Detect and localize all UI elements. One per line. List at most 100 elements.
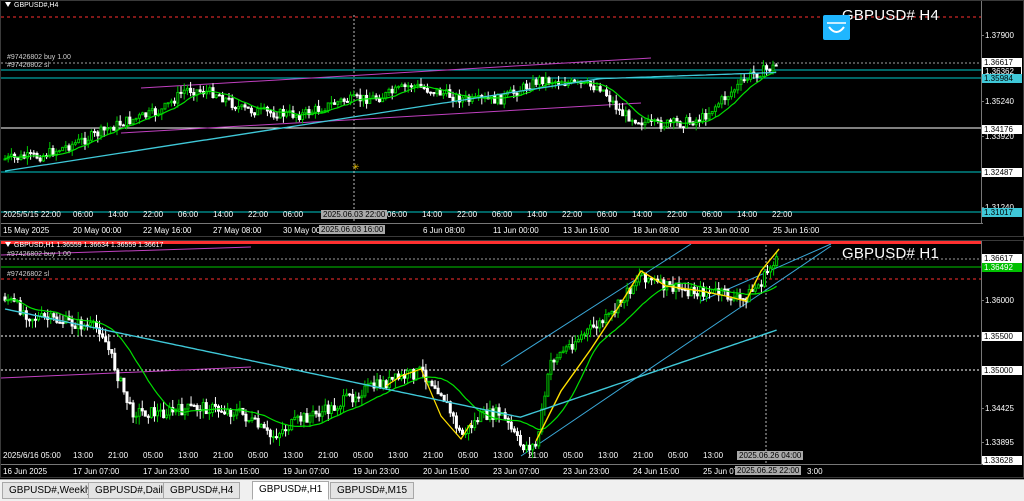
h4-candle-body — [387, 88, 391, 94]
h1-date-label: 24 Jun 15:00 — [633, 467, 680, 476]
h1-candle-body — [775, 256, 779, 266]
h1-candle-body — [320, 411, 324, 417]
h1-candle-body — [515, 431, 519, 436]
tab-gbpusd-daily[interactable]: GBPUSD#,Daily — [88, 482, 175, 499]
h4-candle-body — [352, 94, 356, 97]
h4-chart-window[interactable]: ✳ GBPUSD#,H4 #97426802 buy 1.00 #9742680… — [0, 0, 1024, 237]
h4-price-tick: 1.35240 — [981, 97, 1014, 106]
h1-candle-body — [607, 312, 611, 316]
h1-candle-body — [223, 411, 227, 415]
h1-price-tag: 1.36492 — [982, 263, 1022, 272]
h4-candle-body — [70, 143, 74, 151]
h4-candle-body — [211, 87, 215, 99]
h4-time-label: 06:00 — [178, 210, 199, 219]
h1-candle-body — [165, 414, 169, 419]
h1-candle-body — [180, 403, 184, 416]
h4-candle-body — [454, 93, 458, 102]
h4-candle-body — [710, 110, 714, 115]
trade-panel-icon[interactable] — [823, 15, 850, 40]
h1-candle-body — [296, 415, 300, 418]
h4-candle-body — [755, 73, 759, 78]
h1-plot-area[interactable]: GBPUSD,H1 1.36559 1.36634 1.36559 1.3661… — [1, 241, 983, 465]
h1-candles — [1, 241, 983, 465]
h1-candle-body — [476, 420, 480, 423]
h1-candle-body — [34, 318, 37, 321]
h4-plot-area[interactable]: ✳ GBPUSD#,H4 #97426802 buy 1.00 #9742680… — [1, 1, 983, 225]
h4-candle-body — [726, 96, 730, 101]
tab-gbpusd-weekly[interactable]: GBPUSD#,Weekly — [2, 482, 100, 499]
tab-gbpusd-h4[interactable]: GBPUSD#,H4 — [163, 482, 241, 499]
h4-candle-body — [438, 89, 442, 96]
h4-price-tick: 1.37900 — [981, 31, 1014, 40]
h4-candle-body — [83, 137, 87, 145]
h1-candle-body — [668, 281, 672, 286]
h4-candle-body — [64, 145, 68, 148]
h4-candle-body — [189, 87, 193, 93]
h1-time-label: 05:00 — [458, 451, 479, 460]
h1-time-label: 21:00 — [633, 451, 654, 460]
h4-candle-body — [384, 92, 388, 99]
h4-candle-body — [112, 126, 116, 131]
h4-time-label: 06:00 — [597, 210, 618, 219]
h4-candle-body — [278, 108, 282, 119]
h4-candle-body — [739, 79, 743, 85]
h4-candle-body — [320, 110, 324, 113]
h1-price-scale[interactable]: 1.36000 1.34425 1.33895 1.36617 1.36492 1.355… — [981, 241, 1023, 465]
h1-time-label: 13:00 — [283, 451, 304, 460]
h1-candle-body — [363, 385, 367, 397]
h4-candle-body — [227, 97, 231, 100]
h4-date-label: 20 May 00:00 — [73, 226, 122, 235]
h4-candle-body — [99, 126, 103, 137]
h4-date-label: 25 Jun 16:00 — [773, 226, 820, 235]
h4-sun-marker-icon: ✳ — [352, 162, 360, 172]
h4-time-label: 22:00 — [772, 210, 793, 219]
h1-candle-body — [52, 313, 56, 318]
h1-candle-body — [104, 336, 108, 343]
h1-candle-body — [207, 412, 211, 415]
h4-candle-body — [701, 113, 705, 123]
h4-date-label: 22 May 16:00 — [143, 226, 192, 235]
h1-candle-body — [128, 401, 132, 404]
h4-price-scale[interactable]: 1.379001.352401.339201.312401.366171.363… — [981, 1, 1023, 225]
tab-gbpusd-h1[interactable]: GBPUSD#,H1 — [252, 481, 330, 500]
h1-candle-body — [381, 380, 385, 389]
h4-time-label: 06:00 — [283, 210, 304, 219]
h4-candle-body — [192, 91, 196, 96]
h4-candle-body — [493, 95, 497, 104]
h1-candle-body — [723, 288, 727, 291]
h1-candle-body — [634, 281, 638, 287]
h1-candle-body — [259, 423, 263, 428]
h4-candle-body — [403, 84, 407, 88]
h4-candle-body — [326, 102, 330, 111]
h1-candle-body — [570, 344, 574, 350]
tab-gbpusd-m15[interactable]: GBPUSD#,M15 — [330, 482, 415, 499]
h1-candle-body — [253, 417, 257, 420]
h4-candle-body — [704, 113, 708, 120]
collapse-triangle-icon — [5, 2, 11, 7]
h1-time-axis[interactable]: 2025/6/16 05:00 13:00 21:00 05:00 13:00 21:00… — [1, 451, 983, 477]
h1-candle-body — [247, 419, 251, 422]
h4-candle-body — [707, 113, 711, 120]
h1-candle-body — [162, 409, 166, 419]
h1-candle-body — [525, 444, 529, 451]
h1-price-tag: 1.35500 — [982, 332, 1022, 341]
h4-candle-body — [137, 114, 141, 119]
h1-chart-window[interactable]: GBPUSD,H1 1.36559 1.36634 1.36559 1.3661… — [0, 240, 1024, 478]
h1-candle-body — [561, 350, 565, 353]
h1-candle-body — [647, 277, 651, 283]
h1-candle-body — [631, 285, 635, 294]
h4-time-axis[interactable]: 2025/5/15 22:00 06:00 14:00 22:00 06:00 14:00… — [1, 210, 983, 236]
h1-candle-body — [314, 410, 318, 415]
h1-candle-body — [436, 387, 440, 395]
h4-candle-body — [173, 100, 177, 104]
h4-candle-body — [617, 108, 621, 111]
h4-candle-body — [243, 104, 247, 108]
h4-candle-body — [237, 106, 241, 110]
h1-candle-body — [473, 420, 477, 429]
h4-candle-body — [163, 102, 167, 110]
h1-candle-body — [729, 298, 733, 301]
h1-candle-body — [27, 318, 31, 322]
h1-candle-body — [497, 407, 501, 416]
h1-candle-body — [769, 267, 773, 273]
h4-time-label: 06:00 — [73, 210, 94, 219]
